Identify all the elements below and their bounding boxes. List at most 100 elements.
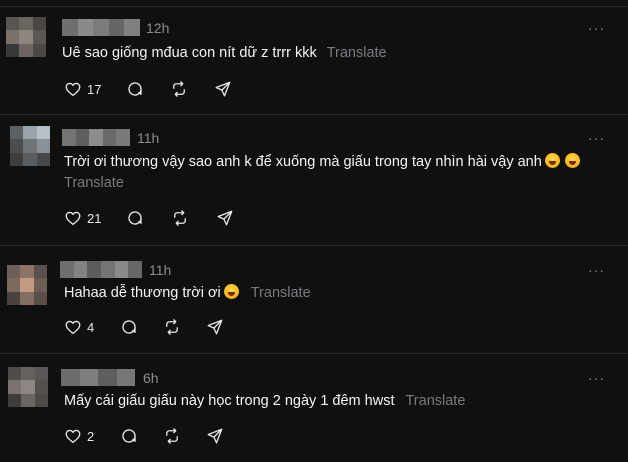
username-pixel: [60, 261, 74, 278]
avatar-pixel: [7, 291, 21, 305]
avatar-pixel: [36, 139, 50, 153]
heart-icon: [65, 211, 81, 226]
like-button[interactable]: 4: [64, 317, 94, 337]
like-count: 2: [87, 428, 95, 444]
avatar[interactable]: [10, 126, 50, 166]
more-options-icon[interactable]: ···: [588, 20, 605, 36]
translate-link[interactable]: Translate: [64, 175, 124, 191]
comment-body: Mấy cái giấu giấu này học trong 2 ngày 1…: [64, 393, 395, 409]
avatar-pixel: [23, 126, 37, 140]
action-bar: 4: [64, 317, 264, 337]
avatar-pixel: [32, 30, 46, 44]
heart-icon: [65, 429, 81, 444]
more-options-icon[interactable]: ···: [588, 130, 605, 146]
username-pixel: [62, 129, 76, 146]
comment-bubble-icon: [128, 82, 142, 96]
like-button[interactable]: 17: [64, 79, 101, 99]
rofl-emoji-icon: [223, 284, 239, 299]
avatar[interactable]: [6, 17, 46, 57]
avatar-pixel: [34, 393, 48, 407]
avatar-pixel: [34, 367, 48, 381]
divider: [0, 114, 628, 115]
heart-icon: [65, 320, 81, 335]
reply-button[interactable]: [126, 79, 144, 99]
repost-button[interactable]: [171, 208, 189, 228]
timestamp: 6h: [143, 370, 159, 386]
translate-link[interactable]: Translate: [327, 45, 387, 61]
more-options-icon[interactable]: ···: [588, 262, 605, 278]
username[interactable]: [60, 261, 143, 278]
share-button[interactable]: [206, 317, 224, 337]
avatar-pixel: [20, 265, 34, 279]
avatar-pixel: [7, 265, 21, 279]
avatar[interactable]: [8, 367, 48, 407]
avatar-pixel: [21, 367, 35, 381]
divider: [0, 353, 628, 354]
share-button[interactable]: [206, 426, 224, 446]
timestamp: 11h: [149, 262, 172, 278]
avatar-pixel: [20, 291, 34, 305]
avatar-pixel: [36, 152, 50, 166]
laughing-emoji-icon: [564, 153, 580, 168]
comment-text: Uê sao giống mđua con nít dữ z trrr kkk T…: [62, 42, 387, 64]
comment-body: Hahaa dễ thương trời ơi: [64, 285, 221, 301]
translate-link[interactable]: Translate: [251, 285, 311, 301]
translate-link[interactable]: Translate: [405, 393, 465, 409]
username[interactable]: [62, 129, 130, 146]
avatar-pixel: [6, 30, 20, 44]
username-pixel: [87, 261, 102, 278]
repost-button[interactable]: [163, 317, 181, 337]
replies-feed: 12h ··· Uê sao giống mđua con nít dữ z t…: [0, 0, 628, 462]
reply-button[interactable]: [120, 426, 138, 446]
avatar-pixel: [33, 265, 47, 279]
avatar-pixel: [33, 291, 47, 305]
repost-icon: [173, 81, 185, 97]
username-pixel: [124, 19, 140, 36]
comment-text: Trời ơi thương vậy sao anh k để xuống mà…: [64, 151, 580, 173]
send-icon: [215, 81, 231, 97]
comment-text: Hahaa dễ thương trời ơi Translate: [64, 282, 311, 304]
avatar-pixel: [34, 380, 48, 394]
action-bar: 21: [64, 208, 264, 228]
avatar-pixel: [23, 152, 37, 166]
rofl-emoji-icon: [544, 153, 560, 168]
username-pixel: [116, 369, 135, 386]
username-pixel: [101, 261, 115, 278]
repost-button[interactable]: [163, 426, 181, 446]
avatar-pixel: [8, 380, 22, 394]
send-icon: [207, 428, 223, 444]
avatar[interactable]: [7, 265, 47, 305]
username-pixel: [89, 129, 103, 146]
avatar-pixel: [6, 17, 20, 31]
share-button[interactable]: [214, 79, 232, 99]
username-pixel: [73, 261, 88, 278]
reply-button[interactable]: [126, 208, 144, 228]
heart-icon: [65, 82, 81, 97]
avatar-pixel: [36, 126, 50, 140]
username-pixel: [93, 19, 109, 36]
like-button[interactable]: 2: [64, 426, 94, 446]
action-bar: 17: [64, 79, 264, 99]
reply-button[interactable]: [120, 317, 138, 337]
avatar-pixel: [23, 139, 37, 153]
comment-text: Mấy cái giấu giấu này học trong 2 ngày 1…: [64, 390, 465, 412]
username[interactable]: [61, 369, 135, 386]
like-button[interactable]: 21: [64, 208, 101, 228]
avatar-pixel: [19, 43, 33, 57]
comment-bubble-icon: [122, 429, 136, 443]
avatar-pixel: [33, 278, 47, 292]
repost-button[interactable]: [170, 79, 188, 99]
action-bar: 2: [64, 426, 264, 446]
avatar-pixel: [20, 278, 34, 292]
username-pixel: [79, 369, 98, 386]
avatar-pixel: [10, 126, 24, 140]
username[interactable]: [62, 19, 140, 36]
more-options-icon[interactable]: ···: [588, 370, 605, 386]
avatar-pixel: [7, 278, 21, 292]
share-button[interactable]: [216, 208, 234, 228]
comment-bubble-icon: [122, 320, 136, 334]
divider: [0, 245, 628, 246]
username-pixel: [61, 369, 80, 386]
comment-bubble-icon: [128, 211, 142, 225]
avatar-pixel: [6, 43, 20, 57]
